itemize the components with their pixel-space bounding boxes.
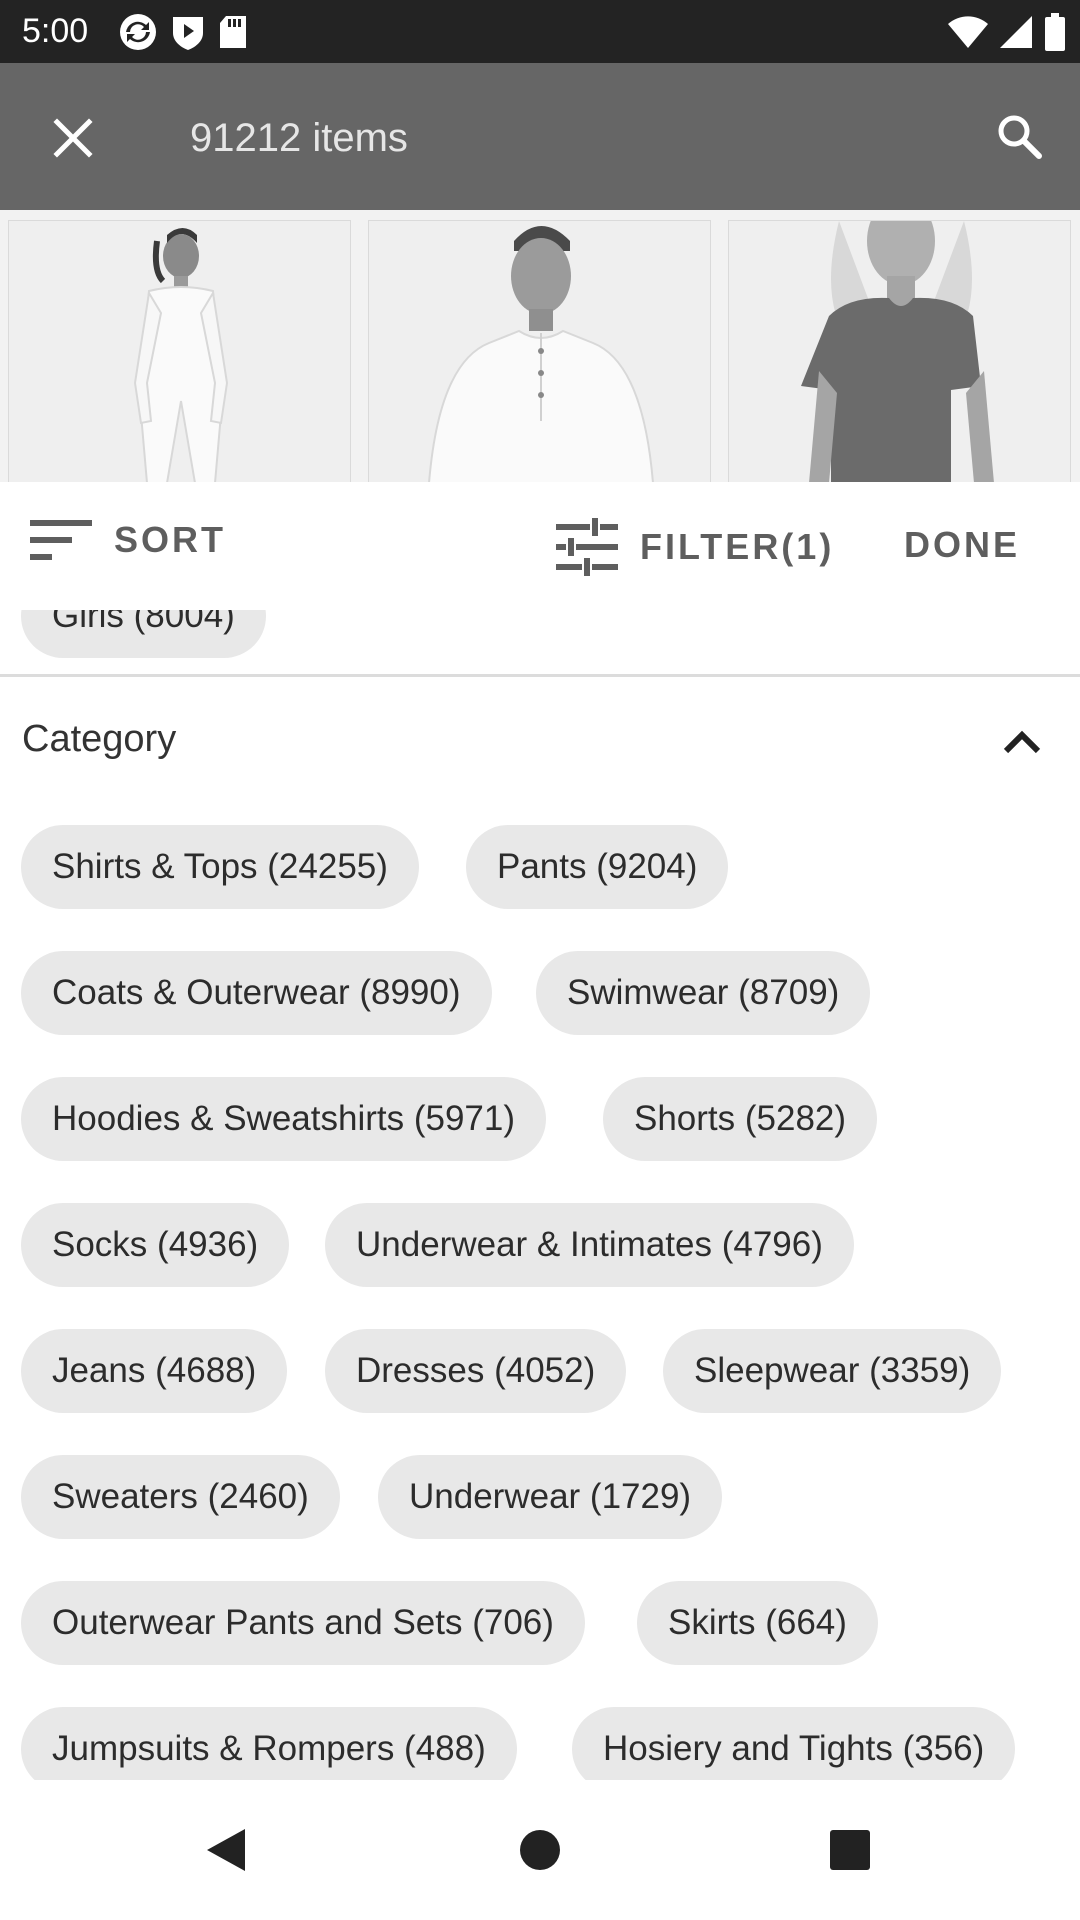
back-triangle-icon — [207, 1829, 245, 1871]
sd-card-icon — [220, 16, 246, 48]
product-image-jumpsuit — [9, 221, 350, 482]
navigation-bar — [0, 1780, 1080, 1920]
category-chip[interactable]: Shorts (5282) — [603, 1077, 878, 1161]
category-section-title: Category — [22, 718, 177, 760]
sync-app-icon — [120, 14, 156, 50]
product-carousel — [0, 210, 1080, 482]
chevron-up-icon — [1003, 730, 1041, 754]
product-card[interactable] — [728, 220, 1071, 482]
category-chip[interactable]: Sleepwear (3359) — [663, 1329, 1002, 1413]
status-bar: 5:00 — [0, 0, 1080, 63]
product-card[interactable] — [8, 220, 351, 482]
product-image-tshirt — [729, 221, 1070, 482]
product-card[interactable] — [368, 220, 711, 482]
home-circle-icon — [520, 1830, 560, 1870]
category-chip[interactable]: Pants (9204) — [466, 825, 729, 909]
category-chip[interactable]: Swimwear (8709) — [536, 951, 871, 1035]
results-count-title: 91212 items — [190, 116, 408, 160]
close-button[interactable] — [38, 103, 108, 173]
category-chip[interactable]: Hoodies & Sweatshirts (5971) — [21, 1077, 546, 1161]
sort-filter-toolbar: SORT FILTER(1) DONE — [0, 482, 1080, 610]
recents-button[interactable] — [810, 1810, 890, 1890]
category-chip[interactable]: Hosiery and Tights (356) — [572, 1707, 1016, 1780]
filter-sliders-icon — [556, 518, 618, 576]
category-chip[interactable]: Sweaters (2460) — [21, 1455, 340, 1539]
category-chip[interactable]: Underwear (1729) — [378, 1455, 723, 1539]
search-icon — [998, 115, 1042, 159]
product-image-henley — [369, 221, 710, 482]
sort-label: SORT — [114, 519, 227, 560]
wifi-icon — [948, 16, 988, 48]
close-icon — [53, 118, 93, 158]
section-divider — [0, 674, 1080, 677]
app-bar: 91212 items — [0, 63, 1080, 210]
system-icons — [948, 12, 1066, 52]
sort-icon — [30, 520, 92, 560]
notification-icons — [118, 12, 248, 52]
filter-button[interactable]: FILTER(1) — [556, 518, 834, 576]
category-chip[interactable]: Jeans (4688) — [21, 1329, 288, 1413]
category-chip[interactable]: Socks (4936) — [21, 1203, 290, 1287]
home-button[interactable] — [500, 1810, 580, 1890]
category-chip[interactable]: Dresses (4052) — [325, 1329, 627, 1413]
status-time: 5:00 — [22, 12, 89, 50]
play-shield-icon — [173, 17, 203, 50]
category-chip[interactable]: Outerwear Pants and Sets (706) — [21, 1581, 585, 1665]
back-button[interactable] — [186, 1810, 266, 1890]
done-button[interactable]: DONE — [904, 524, 1020, 566]
category-chip[interactable]: Underwear & Intimates (4796) — [325, 1203, 854, 1287]
category-chip[interactable]: Coats & Outerwear (8990) — [21, 951, 492, 1035]
battery-icon — [1045, 13, 1065, 51]
sort-button[interactable]: SORT — [30, 518, 226, 562]
filter-panel: Girls (8004) Category Shirts & Tops (242… — [0, 610, 1080, 1780]
filter-label: FILTER(1) — [640, 526, 835, 567]
category-chip[interactable]: Jumpsuits & Rompers (488) — [21, 1707, 517, 1780]
signal-icon — [1000, 16, 1032, 48]
category-chip[interactable]: Shirts & Tops (24255) — [21, 825, 419, 909]
search-button[interactable] — [984, 101, 1054, 171]
recents-square-icon — [830, 1830, 870, 1870]
collapse-category-button[interactable] — [994, 714, 1050, 770]
category-chip[interactable]: Skirts (664) — [637, 1581, 878, 1665]
filter-chip-girls[interactable]: Girls (8004) — [21, 610, 266, 658]
